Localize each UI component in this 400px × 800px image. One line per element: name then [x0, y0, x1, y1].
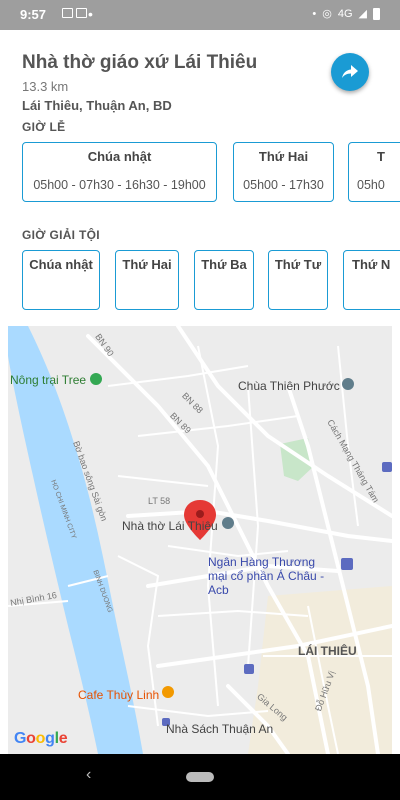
map-view[interactable]: Nông trại Tree Chùa Thiên Phước Nhà thờ …	[8, 326, 392, 754]
place-church[interactable]: Nhà thờ Lái Thiêu	[122, 519, 218, 533]
temple-poi-icon[interactable]	[342, 378, 354, 390]
confession-card-wednesday[interactable]: Thứ Tư	[268, 250, 328, 310]
mass-card-monday[interactable]: Thứ Hai 05h00 - 17h30	[233, 142, 334, 202]
place-bank[interactable]: Ngân Hàng Thương mại cổ phần Á Châu - Ac…	[208, 555, 336, 597]
confession-card-monday[interactable]: Thứ Hai	[115, 250, 179, 310]
dot-icon: •	[312, 7, 317, 20]
church-title: Nhà thờ giáo xứ Lái Thiêu	[22, 52, 258, 73]
notification-icons	[62, 8, 87, 18]
church-poi-icon[interactable]	[222, 517, 234, 529]
battery-icon	[373, 7, 380, 20]
place-farm[interactable]: Nông trại Tree	[10, 373, 86, 387]
share-arrow-icon	[342, 65, 358, 78]
cafe-poi-icon[interactable]	[162, 686, 174, 698]
status-icons: • ◎ 4G ◢	[312, 7, 380, 20]
confession-day: Chúa nhật	[29, 257, 93, 272]
hotspot-icon: ◎	[322, 8, 332, 20]
place-cafe[interactable]: Cafe Thùy Linh	[78, 688, 159, 702]
google-logo-letter: o	[26, 730, 36, 747]
place-pagoda[interactable]: Chùa Thiên Phước	[238, 379, 340, 393]
confession-section-label: GIỜ GIẢI TỘI	[22, 228, 100, 242]
place-district: LÁI THIÊU	[298, 644, 357, 658]
mass-schedule-row[interactable]: Chúa nhật 05h00 - 07h30 - 16h30 - 19h00 …	[0, 142, 400, 204]
directions-button[interactable]	[331, 53, 369, 91]
mass-card-tuesday[interactable]: T 05h0	[348, 142, 400, 202]
church-address: Lái Thiêu, Thuận An, BD	[22, 98, 172, 113]
more-notifications-icon: •	[88, 6, 93, 22]
mass-day: T	[377, 149, 385, 164]
mass-hours: 05h0	[357, 178, 385, 192]
signal-icon: ◢	[358, 8, 367, 20]
confession-card-thursday[interactable]: Thứ N	[343, 250, 400, 310]
park-poi-icon[interactable]	[90, 373, 102, 385]
back-icon[interactable]: ‹	[86, 766, 91, 784]
mail-icon	[76, 8, 87, 18]
church-distance: 13.3 km	[22, 79, 69, 94]
bus-stop-icon[interactable]	[382, 462, 392, 472]
bank-poi-icon[interactable]	[341, 558, 353, 570]
mass-section-label: GIỜ LỄ	[22, 120, 66, 134]
mass-hours: 05h00 - 07h30 - 16h30 - 19h00	[33, 178, 206, 192]
network-type: 4G	[337, 7, 353, 20]
confession-day: Thứ N	[352, 257, 391, 272]
google-logo: Google	[14, 730, 68, 748]
confession-day: Thứ Ba	[201, 257, 247, 272]
notification-app-icon	[62, 8, 73, 18]
navigation-bar: ‹	[0, 754, 400, 800]
mass-card-sunday[interactable]: Chúa nhật 05h00 - 07h30 - 16h30 - 19h00	[22, 142, 217, 202]
mass-day: Thứ Hai	[258, 149, 309, 164]
road-label-lt58: LT 58	[148, 496, 171, 506]
status-bar: 9:57 • • ◎ 4G ◢	[0, 0, 400, 30]
google-logo-letter: e	[58, 730, 68, 747]
place-bookstore[interactable]: Nhà Sách Thuận An	[166, 722, 273, 736]
google-logo-letter: o	[35, 730, 46, 747]
google-logo-letter: G	[14, 730, 27, 747]
confession-card-tuesday[interactable]: Thứ Ba	[194, 250, 254, 310]
confession-card-sunday[interactable]: Chúa nhật	[22, 250, 100, 310]
status-time: 9:57	[20, 7, 47, 22]
confession-day: Thứ Hai	[122, 257, 172, 272]
confession-schedule-row[interactable]: Chúa nhật Thứ Hai Thứ Ba Thứ Tư Thứ N	[0, 250, 400, 312]
bus-stop-icon[interactable]	[244, 664, 254, 674]
mass-day: Chúa nhật	[87, 149, 152, 164]
confession-day: Thứ Tư	[274, 257, 322, 272]
mass-hours: 05h00 - 17h30	[243, 178, 324, 192]
home-pill-icon[interactable]	[186, 772, 214, 782]
church-header: Nhà thờ giáo xứ Lái Thiêu 13.3 km Lái Th…	[22, 52, 322, 113]
google-logo-letter: g	[45, 730, 55, 747]
